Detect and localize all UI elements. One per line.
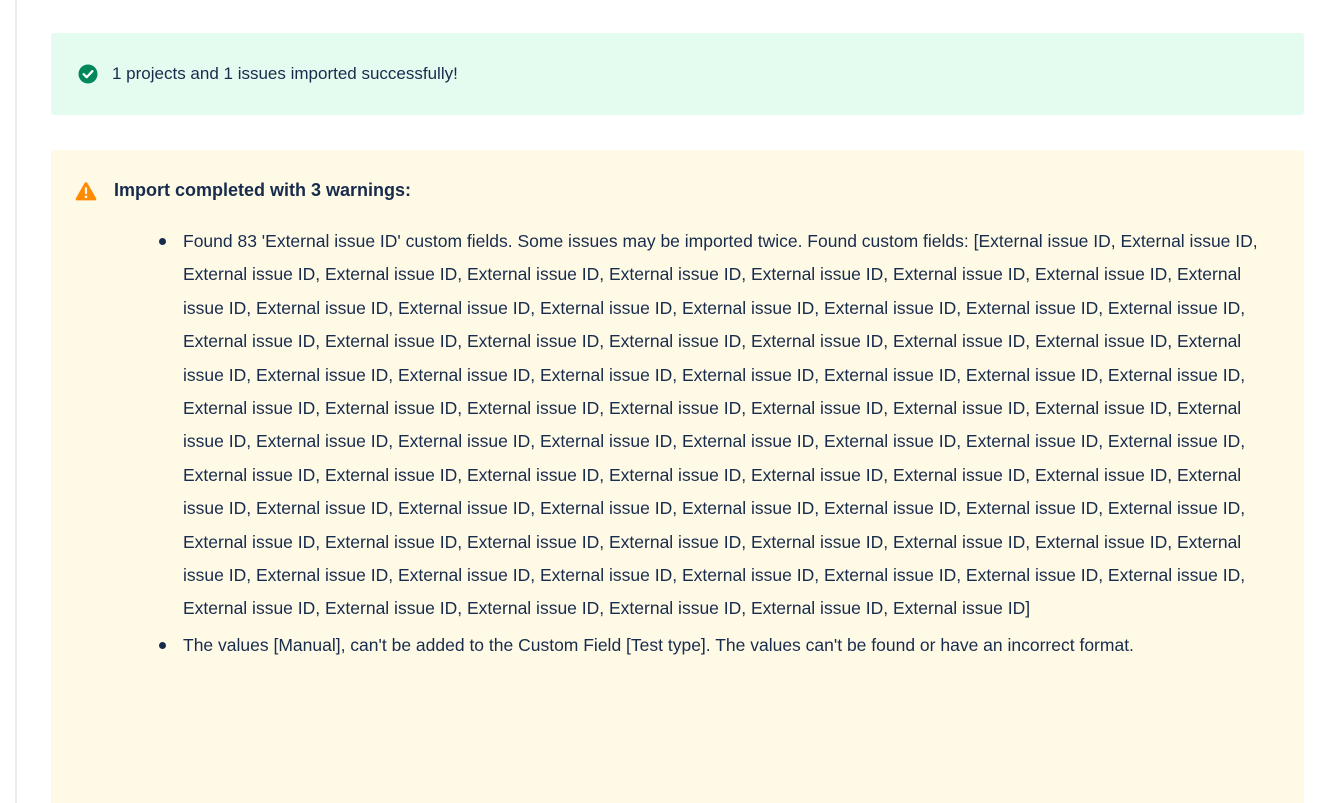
warning-triangle-icon: [75, 181, 97, 201]
bullet-icon: [159, 238, 166, 245]
warning-heading: Import completed with 3 warnings:: [75, 180, 411, 201]
check-circle-icon: [78, 64, 98, 84]
warning-item-text: Found 83 'External issue ID' custom fiel…: [183, 231, 1258, 619]
success-message: 1 projects and 1 issues imported success…: [112, 64, 458, 83]
warning-item-duplicate-fields: Found 83 'External issue ID' custom fiel…: [159, 225, 1261, 626]
success-banner: 1 projects and 1 issues imported success…: [51, 33, 1304, 115]
warning-item-text: The values [Manual], can't be added to t…: [183, 634, 1134, 655]
warning-panel: Import completed with 3 warnings: Found …: [51, 150, 1304, 803]
warning-list: Found 83 'External issue ID' custom fiel…: [159, 225, 1261, 662]
warning-item-invalid-values: The values [Manual], can't be added to t…: [159, 629, 1261, 662]
warning-title: Import completed with 3 warnings:: [114, 180, 412, 200]
import-results-page: 1 projects and 1 issues imported success…: [0, 0, 1337, 803]
left-divider: [15, 0, 17, 803]
bullet-icon: [159, 641, 166, 649]
